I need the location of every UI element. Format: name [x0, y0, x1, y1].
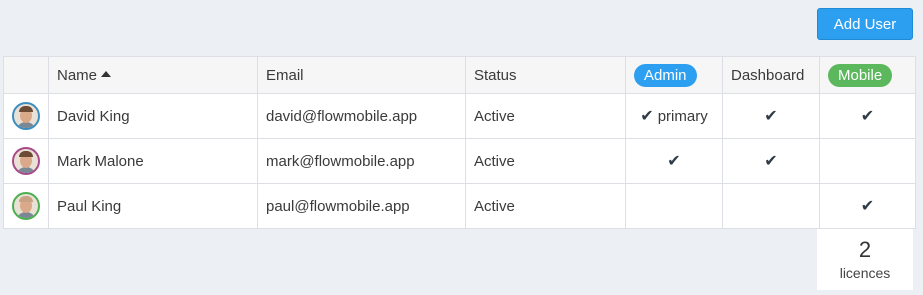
checkmark-icon: ✔: [860, 198, 875, 215]
dashboard-column-header: Dashboard: [722, 56, 820, 94]
table-row[interactable]: Paul King paul@flowmobile.app Active ✔: [3, 183, 916, 229]
email-header-label: Email: [266, 66, 304, 84]
admin-role-cell[interactable]: [625, 183, 723, 229]
dashboard-role-cell[interactable]: ✔: [722, 138, 820, 184]
user-status: Active: [465, 138, 626, 184]
admin-role-cell[interactable]: ✔: [625, 138, 723, 184]
user-name: Mark Malone: [48, 138, 258, 184]
avatar-cell: [3, 183, 49, 229]
user-email: mark@flowmobile.app: [257, 138, 466, 184]
avatar-column-header: [3, 56, 49, 94]
user-name: David King: [48, 93, 258, 139]
table-header-row: Name Email Status Admin Dashboard Mobile: [3, 56, 916, 94]
primary-admin-label: primary: [657, 108, 708, 125]
avatar-cell: [3, 138, 49, 184]
table-row[interactable]: Mark Malone mark@flowmobile.app Active ✔…: [3, 138, 916, 184]
caret-up-icon: [101, 70, 112, 77]
name-column-header[interactable]: Name: [48, 56, 258, 94]
checkmark-icon: ✔: [764, 108, 778, 125]
admin-column-header: Admin: [625, 56, 723, 94]
mobile-licence-count: 2 licences: [817, 229, 913, 290]
checkmark-icon: ✔: [640, 108, 654, 125]
users-table: Name Email Status Admin Dashboard Mobile…: [3, 56, 916, 229]
status-header-label: Status: [474, 66, 517, 84]
user-email: paul@flowmobile.app: [257, 183, 466, 229]
admin-role-badge: Admin: [634, 63, 697, 87]
checkmark-icon: ✔: [667, 153, 681, 170]
avatar: [12, 102, 40, 130]
avatar: [12, 147, 40, 175]
status-column-header[interactable]: Status: [465, 56, 626, 94]
add-user-button[interactable]: Add User: [817, 8, 913, 40]
email-column-header[interactable]: Email: [257, 56, 466, 94]
user-status: Active: [465, 93, 626, 139]
dashboard-header-label: Dashboard: [731, 66, 805, 84]
mobile-role-badge: Mobile: [828, 63, 893, 87]
avatar: [12, 192, 40, 220]
table-row[interactable]: David King david@flowmobile.app Active ✔…: [3, 93, 916, 139]
mobile-column-header: Mobile: [819, 56, 916, 94]
user-email: david@flowmobile.app: [257, 93, 466, 139]
user-status: Active: [465, 183, 626, 229]
checkmark-icon: ✔: [764, 153, 778, 170]
user-name: Paul King: [48, 183, 258, 229]
licence-count-label: licences: [839, 265, 891, 281]
dashboard-role-cell[interactable]: [722, 183, 820, 229]
mobile-role-cell[interactable]: ✔: [819, 93, 916, 139]
mobile-role-cell[interactable]: ✔: [819, 183, 916, 229]
avatar-cell: [3, 93, 49, 139]
name-header-label: Name: [57, 66, 98, 84]
mobile-role-cell[interactable]: [819, 138, 916, 184]
dashboard-role-cell[interactable]: ✔: [722, 93, 820, 139]
checkmark-icon: ✔: [860, 108, 875, 125]
admin-role-cell[interactable]: ✔ primary: [625, 93, 723, 139]
licence-count-value: 2: [858, 237, 872, 262]
